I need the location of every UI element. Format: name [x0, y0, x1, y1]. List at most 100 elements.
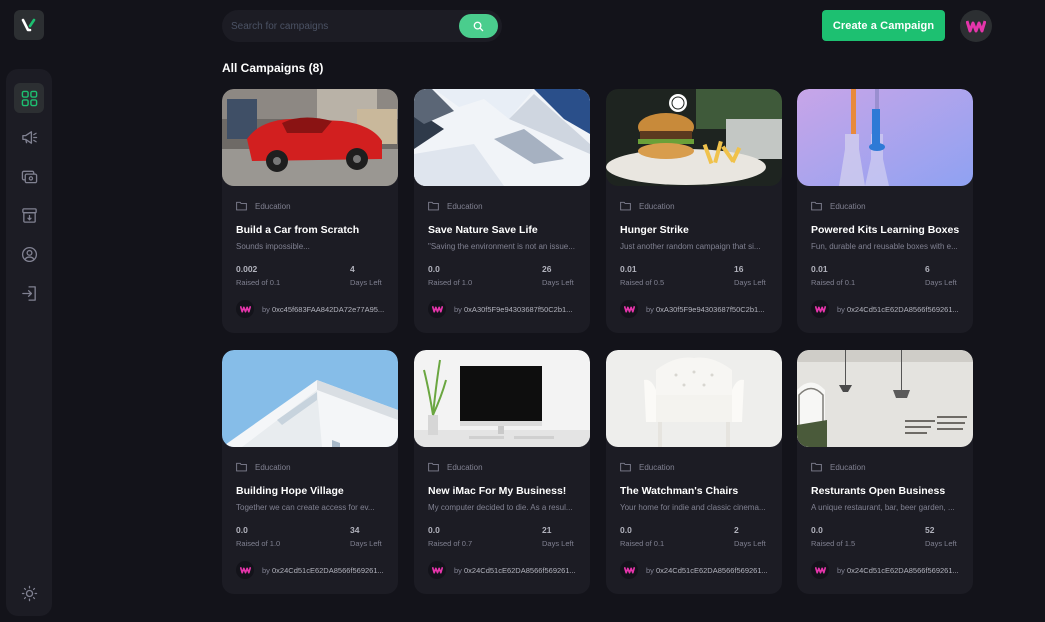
campaign-description: Sounds impossible...: [236, 242, 310, 251]
campaign-image: [606, 89, 782, 186]
owner-prefix: by: [837, 566, 845, 575]
campaign-description: My computer decided to die. As a resul..…: [428, 503, 573, 512]
owner-logo-icon: [239, 306, 251, 313]
campaign-title: New iMac For My Business!: [428, 485, 567, 497]
campaign-owner: by 0xA30f5F9e94303687f50C2b1...: [454, 305, 580, 314]
days-left-label: Days Left: [350, 539, 382, 548]
sidebar-item-payment[interactable]: [14, 161, 44, 191]
dashboard-icon: [21, 90, 37, 106]
profile-icon: [21, 246, 37, 262]
search-input[interactable]: [231, 18, 451, 34]
sidebar: [6, 69, 52, 616]
campaign-description: Together we can create access for ev...: [236, 503, 375, 512]
sidebar-item-logout[interactable]: [14, 278, 44, 308]
campaign-image: [797, 350, 973, 447]
owner-address: 0x24Cd51cE62DA8566f569261...: [656, 566, 768, 575]
campaign-category: Education: [811, 201, 866, 211]
campaign-category: Education: [428, 201, 483, 211]
folder-icon: [428, 462, 439, 472]
sidebar-item-dashboard[interactable]: [14, 83, 44, 113]
days-left-label: Days Left: [542, 539, 574, 548]
days-left-value: 4: [350, 264, 355, 274]
amount-raised: 0.0: [428, 525, 440, 535]
owner-logo-icon: [814, 567, 826, 574]
owner-logo-icon: [623, 567, 635, 574]
campaign-category: Education: [428, 462, 483, 472]
owner-address: 0xc45f683FAA842DA72e77A95...: [272, 305, 385, 314]
campaign-category: Education: [620, 201, 675, 211]
campaign-card[interactable]: Education New iMac For My Business! My c…: [414, 350, 590, 594]
campaign-title: Save Nature Save Life: [428, 224, 538, 236]
days-left-value: 16: [734, 264, 744, 274]
raised-of-target: Raised of 0.1: [620, 539, 665, 548]
sidebar-item-campaign[interactable]: [14, 122, 44, 152]
owner-logo-icon: [814, 306, 826, 313]
owner-prefix: by: [454, 305, 462, 314]
campaign-owner: by 0x24Cd51cE62DA8566f569261...: [837, 566, 963, 575]
campaign-owner: by 0xc45f683FAA842DA72e77A95...: [262, 305, 388, 314]
campaign-category-label: Education: [447, 201, 483, 211]
campaign-category: Education: [236, 201, 291, 211]
days-left-value: 34: [350, 525, 360, 535]
sun-icon: [21, 585, 37, 601]
campaign-category-label: Education: [447, 462, 483, 472]
owner-prefix: by: [646, 305, 654, 314]
amount-raised: 0.002: [236, 264, 258, 274]
owner-prefix: by: [646, 566, 654, 575]
campaign-card[interactable]: Education The Watchman's Chairs Your hom…: [606, 350, 782, 594]
owner-avatar: [811, 300, 829, 318]
campaign-title: Powered Kits Learning Boxes: [811, 224, 960, 236]
campaign-card[interactable]: Education Resturants Open Business A uni…: [797, 350, 973, 594]
amount-raised: 0.0: [811, 525, 823, 535]
campaign-image: [414, 89, 590, 186]
campaign-owner: by 0x24Cd51cE62DA8566f569261...: [454, 566, 580, 575]
owner-logo-icon: [431, 306, 443, 313]
owner-address: 0x24Cd51cE62DA8566f569261...: [464, 566, 576, 575]
campaign-title: The Watchman's Chairs: [620, 485, 739, 497]
withdraw-icon: [21, 207, 37, 223]
owner-avatar: [620, 561, 638, 579]
days-left-label: Days Left: [350, 278, 382, 287]
folder-icon: [236, 462, 247, 472]
raised-of-target: Raised of 0.7: [428, 539, 473, 548]
campaign-description: Just another random campaign that si...: [620, 242, 761, 251]
campaign-category-label: Education: [830, 201, 866, 211]
owner-avatar: [811, 561, 829, 579]
owner-prefix: by: [262, 566, 270, 575]
raised-of-target: Raised of 0.1: [811, 278, 856, 287]
owner-avatar: [620, 300, 638, 318]
campaign-owner: by 0x24Cd51cE62DA8566f569261...: [646, 566, 772, 575]
owner-logo-icon: [623, 306, 635, 313]
campaign-image: [606, 350, 782, 447]
search-button[interactable]: [459, 14, 498, 38]
campaign-category: Education: [811, 462, 866, 472]
campaign-description: "Saving the environment is not an issue.…: [428, 242, 575, 251]
logo-icon: [21, 18, 36, 32]
campaign-card[interactable]: Education Save Nature Save Life "Saving …: [414, 89, 590, 333]
raised-of-target: Raised of 1.0: [236, 539, 281, 548]
create-campaign-button[interactable]: Create a Campaign: [822, 10, 945, 41]
amount-raised: 0.01: [811, 264, 828, 274]
campaign-card[interactable]: Education Powered Kits Learning Boxes Fu…: [797, 89, 973, 333]
campaign-card[interactable]: Education Building Hope Village Together…: [222, 350, 398, 594]
user-avatar[interactable]: [960, 10, 992, 42]
campaign-image: [222, 350, 398, 447]
folder-icon: [811, 462, 822, 472]
folder-icon: [236, 201, 247, 211]
campaign-card[interactable]: Education Hunger Strike Just another ran…: [606, 89, 782, 333]
amount-raised: 0.01: [620, 264, 637, 274]
sidebar-item-withdraw[interactable]: [14, 200, 44, 230]
owner-avatar: [428, 300, 446, 318]
theme-toggle[interactable]: [14, 578, 44, 608]
days-left-value: 6: [925, 264, 930, 274]
sidebar-item-profile[interactable]: [14, 239, 44, 269]
campaign-category-label: Education: [255, 201, 291, 211]
days-left-label: Days Left: [542, 278, 574, 287]
campaign-category-label: Education: [255, 462, 291, 472]
campaign-title: Building Hope Village: [236, 485, 344, 497]
campaign-category: Education: [236, 462, 291, 472]
app-logo[interactable]: [14, 10, 44, 40]
campaign-card[interactable]: Education Build a Car from Scratch Sound…: [222, 89, 398, 333]
campaign-owner: by 0xA30f5F9e94303687f50C2b1...: [646, 305, 772, 314]
days-left-value: 2: [734, 525, 739, 535]
